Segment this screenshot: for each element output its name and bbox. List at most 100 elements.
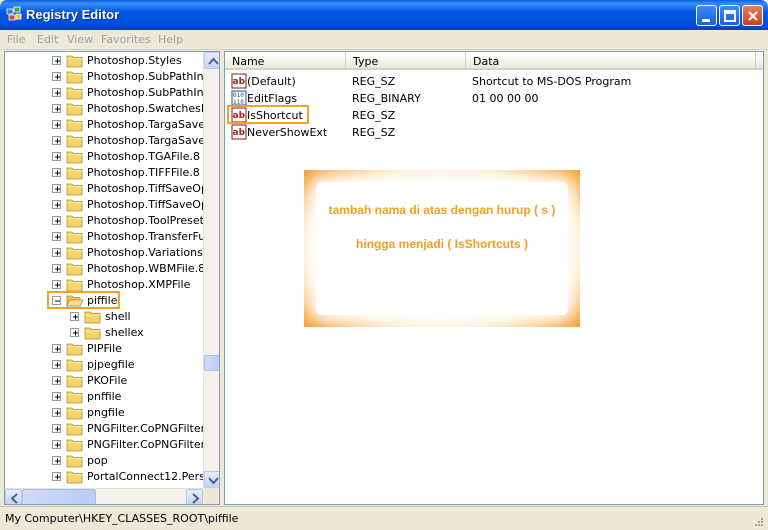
value-type: REG_SZ	[352, 109, 396, 122]
tree-item-label: Photoshop.TiffSaveOpti	[87, 198, 216, 211]
tree-item[interactable]: pjpegfile	[5, 357, 203, 373]
tree-item[interactable]: Photoshop.TiffSaveOpti	[5, 181, 215, 197]
tree-item[interactable]: Photoshop.SwatchesFile	[5, 101, 219, 117]
tree-item[interactable]: PNGFilter.CoPNGFilter.1	[5, 437, 215, 453]
menu-view[interactable]: View	[67, 33, 93, 46]
folder-icon	[84, 327, 101, 340]
tree-item[interactable]: pop	[5, 453, 203, 469]
tree-item[interactable]: Photoshop.WBMFile.8	[5, 261, 205, 277]
tree-item-label: pnffile	[87, 390, 122, 403]
folder-icon	[66, 359, 83, 372]
expand-icon[interactable]	[52, 120, 61, 129]
expand-icon[interactable]	[52, 136, 61, 145]
expand-icon[interactable]	[52, 200, 61, 209]
expand-icon[interactable]	[52, 392, 61, 401]
scroll-up-button[interactable]	[204, 52, 219, 69]
tree-item[interactable]: PortalConnect12.Person	[5, 469, 219, 485]
scroll-down-button[interactable]	[204, 471, 219, 488]
tree-item[interactable]: Photoshop.TGAFile.8	[5, 149, 203, 165]
menu-edit[interactable]: Edit	[37, 33, 58, 46]
expand-icon[interactable]	[52, 472, 61, 481]
expand-icon[interactable]	[52, 280, 61, 289]
tree-item-label: Photoshop.Styles	[87, 54, 182, 67]
expand-icon[interactable]	[52, 232, 61, 241]
tree-item[interactable]: Photoshop.SubPathInfo	[5, 69, 214, 85]
scroll-left-button[interactable]	[5, 489, 22, 504]
tree-item-label: Photoshop.TransferFun	[87, 230, 213, 243]
folder-icon	[66, 455, 83, 468]
tree-item[interactable]: Photoshop.TIFFFile.8	[5, 165, 203, 181]
annotation-box: tambah nama di atas dengan hurup ( s ) h…	[304, 170, 580, 327]
expand-icon[interactable]	[52, 152, 61, 161]
expand-icon[interactable]	[52, 56, 61, 65]
tree-item[interactable]: Photoshop.Styles	[5, 53, 203, 69]
tree-horizontal-scrollbar[interactable]	[5, 488, 203, 504]
expand-icon[interactable]	[52, 248, 61, 257]
expand-icon[interactable]	[52, 104, 61, 113]
expand-icon[interactable]	[70, 328, 79, 337]
window-title: Registry Editor	[26, 7, 120, 22]
expand-icon[interactable]	[52, 72, 61, 81]
minimize-icon	[702, 19, 710, 22]
tree-item-label: Photoshop.TiffSaveOpti	[87, 182, 216, 195]
tree-horizontal-scroll-thumb[interactable]	[22, 489, 96, 504]
column-header-data[interactable]: Data	[466, 52, 756, 70]
maximize-button[interactable]	[719, 5, 740, 26]
tree-item[interactable]: Photoshop.TiffSaveOpti	[5, 197, 215, 213]
expand-icon[interactable]	[52, 424, 61, 433]
title-bar[interactable]: Registry Editor	[0, 0, 768, 30]
expand-icon[interactable]	[52, 168, 61, 177]
arrow-left-icon	[10, 493, 18, 504]
tree-item-label: shell	[105, 310, 131, 323]
expand-icon[interactable]	[52, 456, 61, 465]
expand-icon[interactable]	[52, 440, 61, 449]
expand-icon[interactable]	[52, 376, 61, 385]
folder-icon	[66, 71, 83, 84]
expand-icon[interactable]	[52, 216, 61, 225]
tree-item[interactable]: PIPFile	[5, 341, 203, 357]
expand-icon[interactable]	[70, 312, 79, 321]
folder-icon	[66, 103, 83, 116]
close-button[interactable]	[742, 5, 763, 26]
expand-icon[interactable]	[52, 88, 61, 97]
tree-item[interactable]: Photoshop.VariationsFile	[5, 245, 219, 261]
tree-vertical-scrollbar[interactable]	[203, 52, 219, 488]
value-type: REG_SZ	[352, 126, 396, 139]
tree-vertical-scroll-thumb[interactable]	[204, 355, 219, 371]
value-row[interactable]: ab NeverShowExt REG_SZ	[225, 124, 763, 141]
arrow-up-icon	[208, 57, 219, 65]
tree-item[interactable]: PKOFile	[5, 373, 203, 389]
tree-item[interactable]: Photoshop.SubPathInfo	[5, 85, 214, 101]
column-header-type[interactable]: Type	[346, 52, 466, 70]
value-row[interactable]: ab (Default) REG_SZ Shortcut to MS-DOS Prog…	[225, 73, 763, 90]
tree-item[interactable]: shell	[5, 309, 203, 325]
tree-item[interactable]: Photoshop.TargaSaveO	[5, 133, 214, 149]
folder-icon	[66, 183, 83, 196]
tree-item[interactable]: Photoshop.ToolPresets	[5, 213, 210, 229]
folder-icon	[66, 55, 83, 68]
expand-icon[interactable]	[52, 360, 61, 369]
minimize-button[interactable]	[696, 5, 717, 26]
expand-icon[interactable]	[52, 184, 61, 193]
menu-favorites[interactable]: Favorites	[101, 33, 151, 46]
menu-bar: File Edit View Favorites Help	[0, 30, 768, 50]
tree-item[interactable]: PNGFilter.CoPNGFilter	[5, 421, 205, 437]
tree-item[interactable]: pngfile	[5, 405, 203, 421]
tree-item[interactable]: Photoshop.TargaSaveO	[5, 117, 214, 133]
string-value-icon: ab	[231, 124, 247, 140]
expand-icon[interactable]	[52, 344, 61, 353]
tree-item[interactable]: pnffile	[5, 389, 203, 405]
column-header-name[interactable]: Name	[225, 52, 346, 70]
scroll-right-button[interactable]	[186, 489, 203, 504]
menu-help[interactable]: Help	[158, 33, 183, 46]
tree-item-label: pjpegfile	[87, 358, 135, 371]
resize-grip-icon[interactable]	[752, 517, 764, 529]
tree-item-label: pop	[87, 454, 108, 467]
registry-tree[interactable]: Photoshop.Styles Photoshop.SubPathInfo Pho…	[4, 51, 220, 505]
menu-file[interactable]: File	[7, 33, 25, 46]
expand-icon[interactable]	[52, 408, 61, 417]
folder-icon	[66, 391, 83, 404]
tree-item[interactable]: Photoshop.TransferFun	[5, 229, 212, 245]
expand-icon[interactable]	[52, 264, 61, 273]
tree-item[interactable]: shellex	[5, 325, 203, 341]
